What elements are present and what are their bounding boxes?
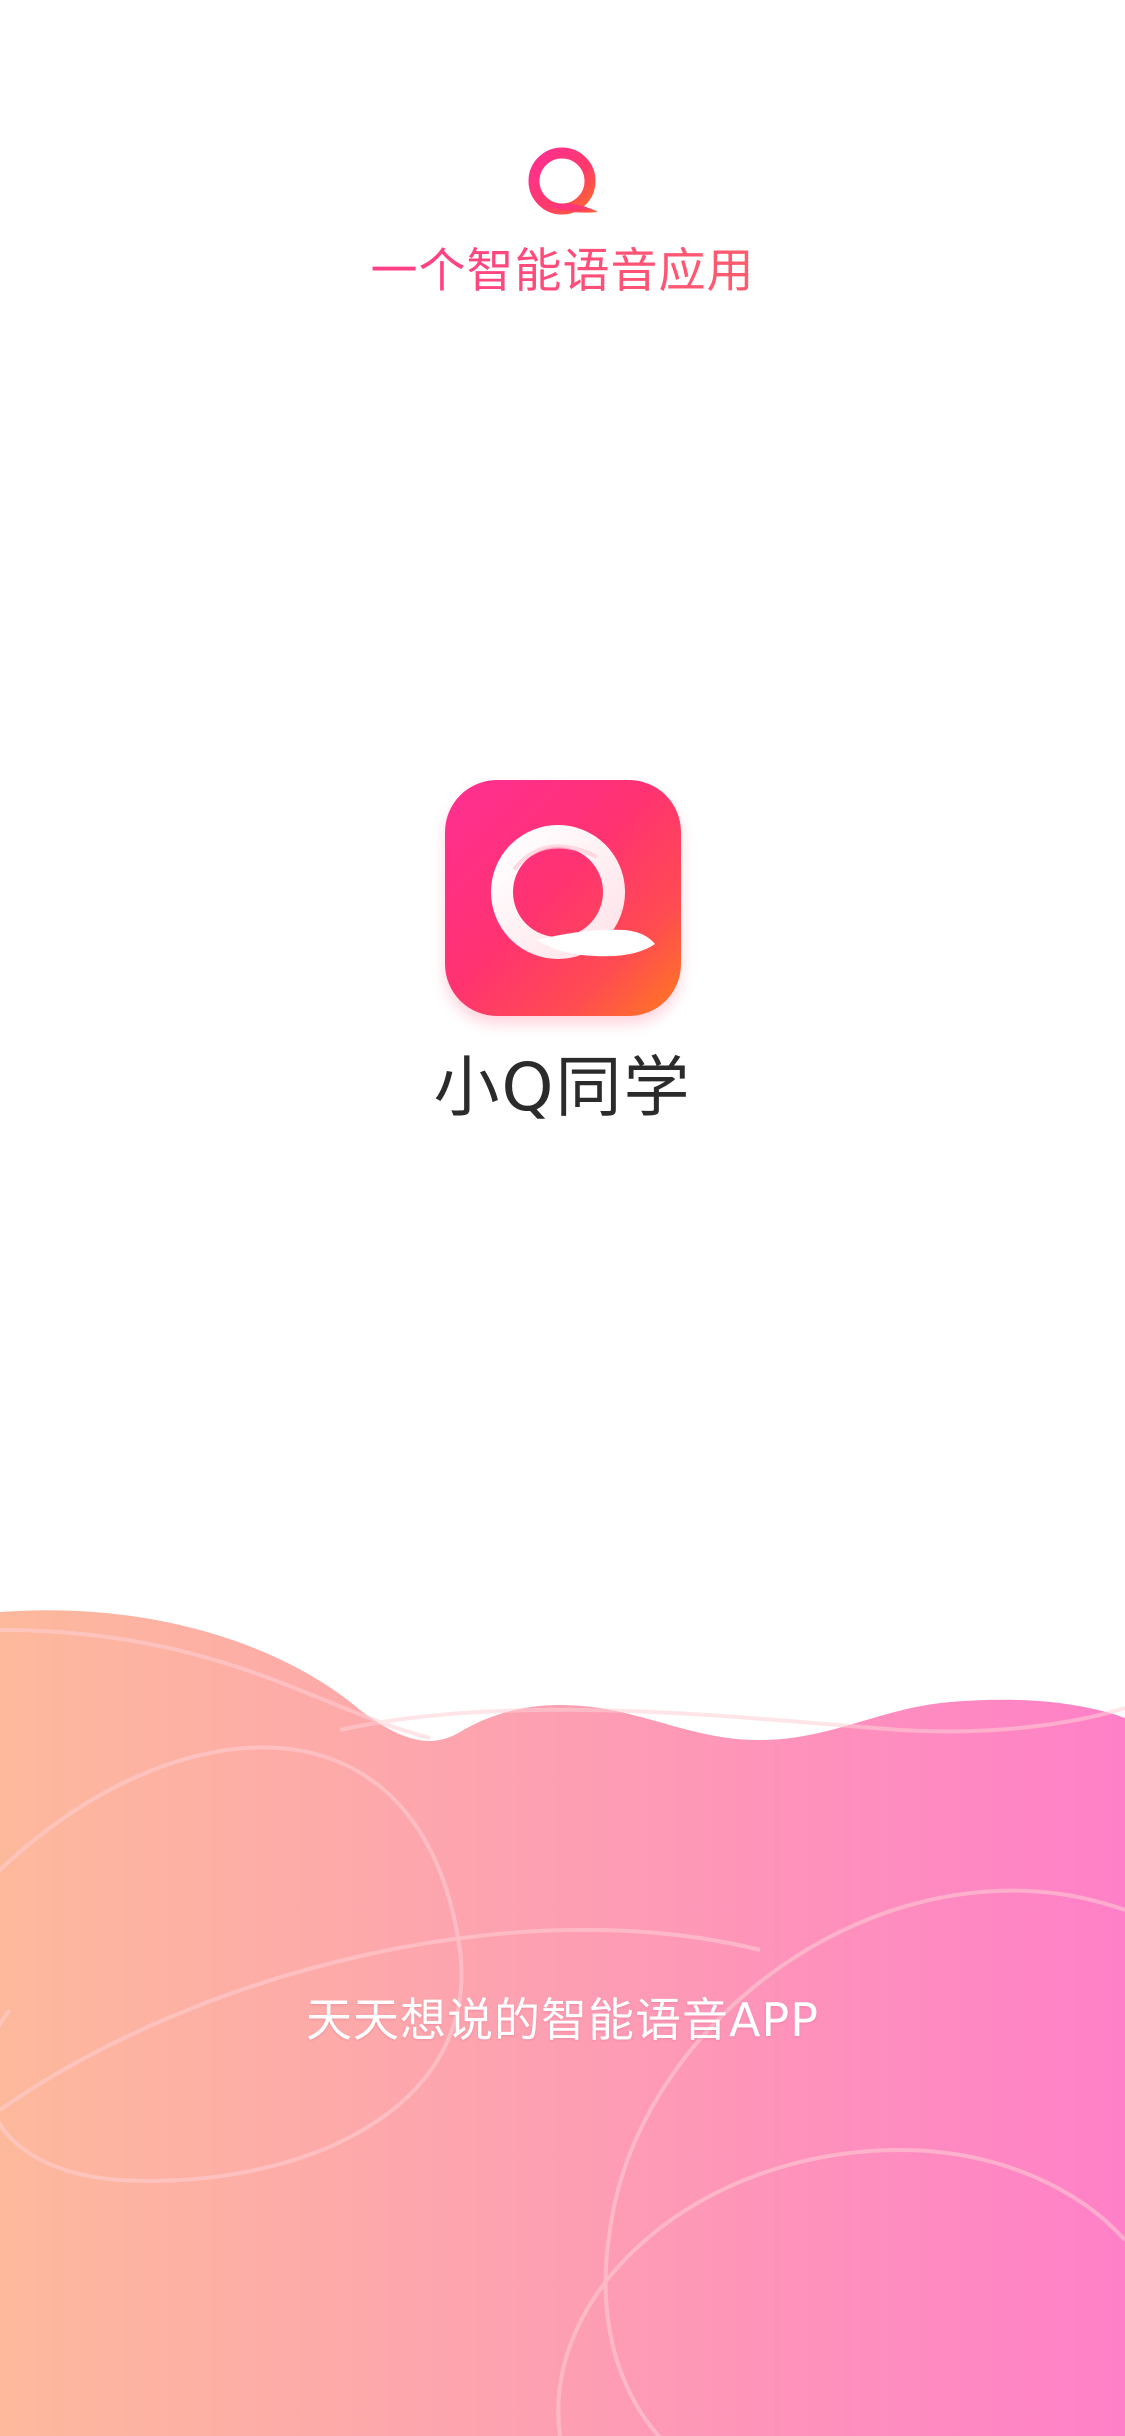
app-icon xyxy=(445,780,681,1016)
top-brand: 一个智能语音应用 xyxy=(0,0,1125,320)
q-logo-icon xyxy=(404,147,715,215)
slogan: 天天想说的智能语音APP xyxy=(306,1993,819,2047)
tagline: 一个智能语音应用 xyxy=(0,242,1125,302)
app-q-icon xyxy=(491,825,655,959)
app-name: 小Q同学 xyxy=(433,1049,692,1126)
